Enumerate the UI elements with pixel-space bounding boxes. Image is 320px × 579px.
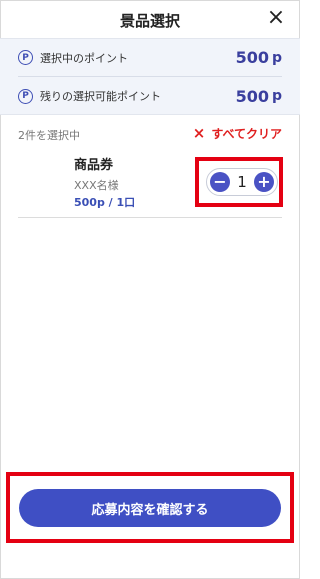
point-icon: P — [18, 88, 33, 104]
clear-icon: × — [192, 124, 206, 142]
remaining-points-label: 残りの選択可能ポイント — [40, 90, 161, 103]
selected-points-label: 選択中のポイント — [40, 51, 128, 65]
remaining-points-row: P 残りの選択可能ポイント 500 p — [18, 77, 282, 115]
selected-count: 2件を選択中 — [18, 129, 80, 142]
header: 景品選択 × — [0, 0, 300, 38]
item-name: 商品券 — [74, 158, 114, 173]
point-icon: P — [18, 50, 33, 65]
close-icon[interactable]: × — [266, 7, 286, 29]
selected-points-row: P 選択中のポイント 500 p — [18, 39, 282, 77]
selected-points-unit: p — [271, 49, 282, 66]
confirm-button[interactable]: 応募内容を確認する — [19, 489, 281, 527]
plus-icon[interactable]: + — [253, 172, 274, 192]
points-summary: P 選択中のポイント 500 p P 残りの選択可能ポイント 500 p — [0, 38, 300, 115]
item-price: 500p / 1口 — [74, 196, 136, 209]
page-title: 景品選択 — [119, 12, 180, 30]
divider — [18, 217, 282, 218]
minus-icon[interactable]: − — [210, 172, 230, 192]
quantity-value: 1 — [237, 173, 247, 191]
remaining-points-value: 500 — [235, 86, 269, 106]
item-winners: XXX名様 — [74, 179, 119, 192]
quantity-stepper: − 1 + — [206, 168, 278, 196]
selected-points-value: 500 — [235, 48, 269, 67]
remaining-points-unit: p — [271, 88, 282, 104]
clear-all-button[interactable]: × すべてクリア — [193, 125, 282, 142]
clear-all-label: すべてクリア — [211, 127, 282, 141]
